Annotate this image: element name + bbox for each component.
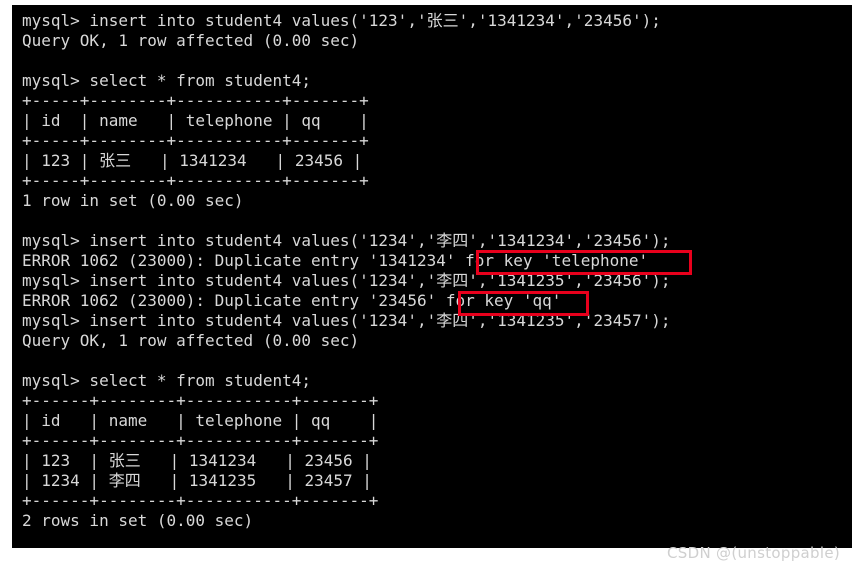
- terminal-line: +------+--------+-----------+-------+: [22, 431, 379, 450]
- terminal-line: | id | name | telephone | qq |: [22, 111, 369, 130]
- terminal-line: | id | name | telephone | qq |: [22, 411, 379, 430]
- terminal-line: | 1234 | 李四 | 1341235 | 23457 |: [22, 471, 372, 490]
- terminal-line: mysql> insert into student4 values('123'…: [22, 11, 661, 30]
- terminal-line: ERROR 1062 (23000): Duplicate entry '134…: [22, 251, 649, 270]
- terminal-line: mysql> insert into student4 values('1234…: [22, 271, 671, 290]
- terminal-line: Query OK, 1 row affected (0.00 sec): [22, 31, 360, 50]
- terminal-line: ERROR 1062 (23000): Duplicate entry '234…: [22, 291, 562, 310]
- terminal-output: mysql> insert into student4 values('123'…: [22, 11, 671, 531]
- terminal-line: Query OK, 1 row affected (0.00 sec): [22, 331, 360, 350]
- terminal-line: +------+--------+-----------+-------+: [22, 491, 379, 510]
- terminal-line: mysql> select * from student4;: [22, 371, 311, 390]
- terminal-line: +-----+--------+-----------+-------+: [22, 91, 369, 110]
- terminal-line: | 123 | 张三 | 1341234 | 23456 |: [22, 151, 363, 170]
- terminal-line: mysql> select * from student4;: [22, 71, 311, 90]
- terminal-line: +------+--------+-----------+-------+: [22, 391, 379, 410]
- terminal-line: +-----+--------+-----------+-------+: [22, 131, 369, 150]
- csdn-watermark: CSDN @(unstoppable): [667, 544, 840, 562]
- terminal-line: | 123 | 张三 | 1341234 | 23456 |: [22, 451, 372, 470]
- terminal-line: 1 row in set (0.00 sec): [22, 191, 244, 210]
- terminal-line: mysql> insert into student4 values('1234…: [22, 231, 671, 250]
- terminal-line: 2 rows in set (0.00 sec): [22, 511, 254, 530]
- terminal-window[interactable]: mysql> insert into student4 values('123'…: [12, 5, 852, 548]
- terminal-line: +-----+--------+-----------+-------+: [22, 171, 369, 190]
- terminal-line: mysql> insert into student4 values('1234…: [22, 311, 671, 330]
